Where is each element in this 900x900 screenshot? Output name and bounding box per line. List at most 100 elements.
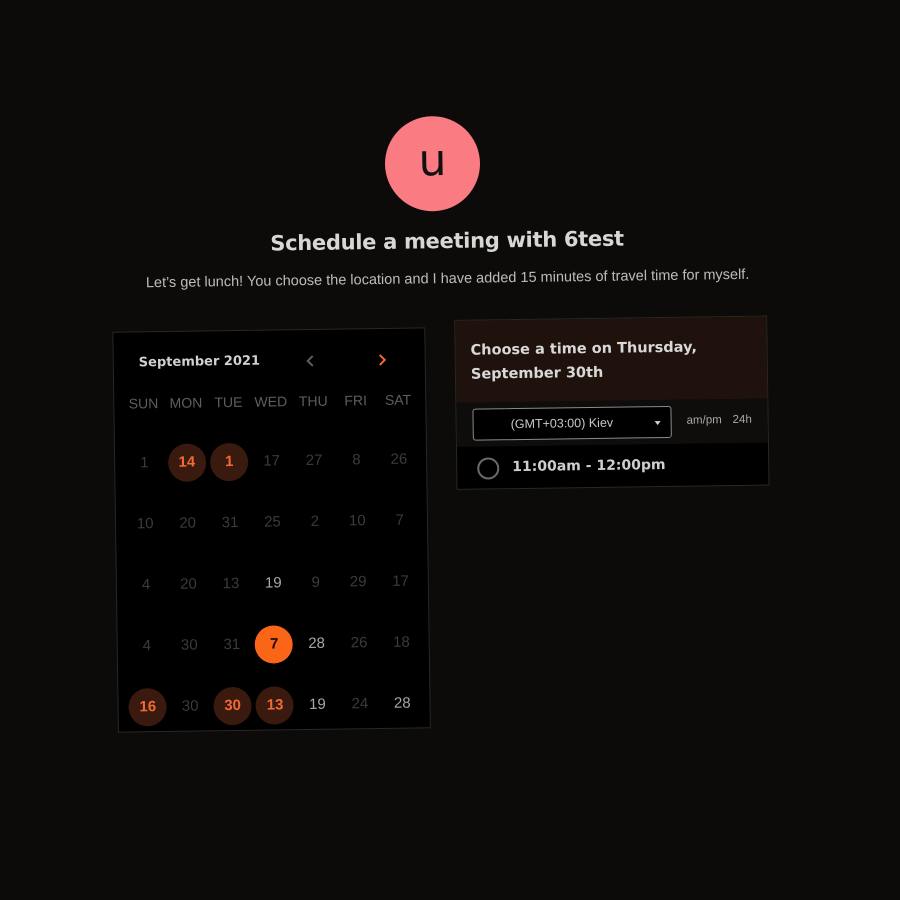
calendar-day: 18 [380,611,423,673]
calendar-day: 10 [336,490,379,552]
calendar-day: 30 [169,675,212,737]
calendar-day-available[interactable]: 1 [208,431,251,493]
calendar-day-number: 29 [349,573,367,591]
weekday-label: SAT [384,391,412,408]
scheduler-page: u Schedule a meeting with 6test Let’s ge… [0,0,900,900]
calendar-day: 27 [292,430,335,492]
radio-button[interactable] [477,457,500,480]
calendar-day: 28 [295,613,338,675]
calendar-day: 25 [251,491,294,553]
weekday-label: TUE [214,393,243,411]
weekday-label: SUN [128,395,159,412]
calendar-day-number: 7 [254,624,294,664]
calendar: September 2021 SUN MON TUE WED THU FRI SAT 1 14… [112,327,431,733]
calendar-day: 9 [294,552,337,614]
calendar-day: 30 [168,614,211,676]
format-12h-toggle[interactable]: am/pm [687,414,722,426]
calendar-day-number: 26 [350,634,368,652]
month-label: September 2021 [138,353,261,371]
calendar-day-available[interactable]: 16 [126,676,169,738]
calendar-day-number: 2 [310,512,320,530]
calendar-day-number: 4 [142,637,152,655]
calendar-day-number: 1 [209,442,249,481]
calendar-day-number: 31 [223,635,241,654]
calendar-day-number: 26 [390,450,408,468]
calendar-day-number: 18 [392,633,410,651]
format-24h-toggle[interactable]: 24h [733,414,752,426]
avatar: u [384,115,481,212]
time-picker-header: Choose a time on Thursday, September 30t… [455,316,768,403]
calendar-day: 26 [337,612,380,674]
time-picker: Choose a time on Thursday, September 30t… [454,315,770,490]
calendar-day: 8 [335,429,378,491]
next-month-button[interactable] [371,349,393,371]
calendar-day-number: 10 [348,512,366,530]
calendar-day-number: 4 [141,576,151,594]
calendar-day-number: 16 [128,687,168,727]
calendar-day: 13 [209,553,252,615]
timezone-value: (GMT+03:00) Kiev [510,415,614,432]
calendar-day-number: 17 [392,572,410,590]
calendar-day: 17 [379,550,422,612]
calendar-day: 4 [124,554,167,616]
calendar-day: 4 [125,615,168,677]
caret-down-icon [654,421,661,426]
day-grid: 1 14 1 17 27 8 26 10 20 31 25 2 10 7 4 20 13 19 9 29 17 4 30 31… [123,428,424,737]
calendar-day-number: 30 [181,697,199,715]
calendar-day-number: 1 [140,454,149,472]
calendar-day-number: 31 [221,513,239,532]
calendar-day-number: 28 [393,694,411,712]
weekday-header: SUN MON TUE WED THU FRI SAT [122,391,419,417]
calendar-day-number: 13 [222,574,240,593]
calendar-day: 31 [210,614,253,676]
time-slot-label: 11:00am - 12:00pm [512,456,666,476]
timezone-select[interactable]: (GMT+03:00) Kiev [472,405,672,441]
calendar-day-number: 30 [213,686,252,725]
calendar-day-number: 13 [255,685,295,725]
calendar-day-number: 28 [308,634,326,652]
weekday-label: MON [169,394,203,411]
page-title: Schedule a meeting with 6test [270,226,624,256]
calendar-day: 2 [293,491,336,553]
calendar-day: 24 [338,673,381,735]
calendar-day-number: 17 [263,452,281,470]
calendar-day-number: 25 [264,513,281,531]
calendar-day-number: 10 [136,515,154,533]
calendar-day: 19 [296,674,339,736]
avatar-letter: u [418,134,447,186]
calendar-day-number: 19 [264,574,282,592]
calendar-day: 17 [250,430,293,492]
calendar-day-available[interactable]: 13 [253,674,296,736]
calendar-day-number: 20 [179,514,197,532]
calendar-day: 7 [378,489,421,551]
calendar-day: 31 [208,492,251,554]
calendar-day-number: 9 [311,573,321,591]
calendar-day-number: 24 [351,695,369,713]
calendar-day-number: 20 [180,575,197,593]
calendar-day: 1 [123,432,166,494]
calendar-day-selected[interactable]: 7 [253,613,296,675]
calendar-day-available[interactable]: 14 [165,431,208,493]
prev-month-button[interactable] [300,350,322,372]
chevron-right-icon [378,354,387,366]
calendar-day-number: 19 [308,695,326,713]
weekday-label: THU [298,392,328,410]
calendar-header: September 2021 [113,328,425,388]
calendar-day: 10 [124,493,167,555]
weekday-label: FRI [344,392,368,409]
calendar-day-number: 30 [180,636,198,654]
calendar-day-number: 27 [305,451,323,470]
calendar-day-number: 14 [167,442,207,482]
calendar-day: 26 [377,428,420,490]
calendar-day-number: 7 [395,511,405,529]
calendar-day: 20 [167,553,210,615]
calendar-day-number: 8 [352,451,361,469]
time-slot[interactable]: 11:00am - 12:00pm [457,445,769,489]
calendar-day: 28 [381,672,424,734]
calendar-day-available[interactable]: 30 [211,675,254,737]
calendar-day: 19 [252,552,295,614]
calendar-day: 29 [337,551,380,613]
time-controls: (GMT+03:00) Kiev am/pm 24h [456,398,768,447]
chevron-left-icon [306,355,314,367]
time-picker-title: Choose a time on Thursday, September 30t… [470,339,698,383]
